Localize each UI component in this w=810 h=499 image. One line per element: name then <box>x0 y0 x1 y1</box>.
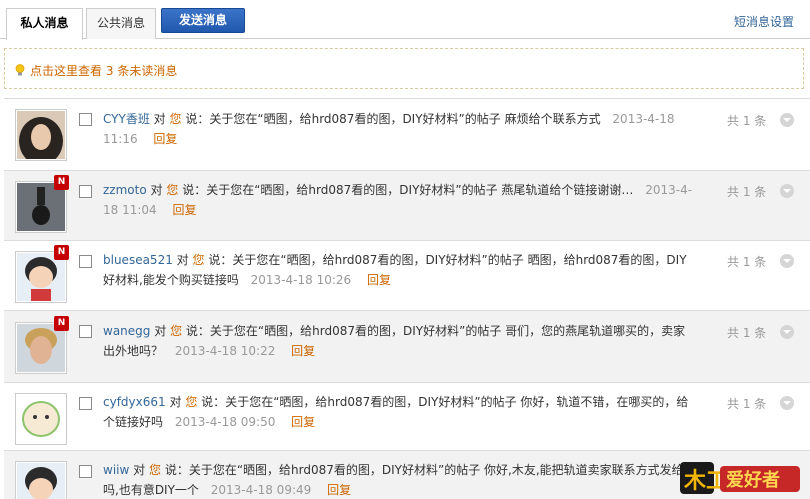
reply-link[interactable]: 回复 <box>367 273 391 287</box>
message-settings-link[interactable]: 短消息设置 <box>734 13 794 30</box>
message-text: wanegg 对 您 说：关于您在“晒图，给hrd087看的图，DIY好材料”的… <box>103 324 686 358</box>
reply-link[interactable]: 回复 <box>327 483 351 497</box>
list-item: cyfdyx661 对 您 说：关于您在“晒图，给hrd087看的图，DIY好材… <box>4 382 810 450</box>
tab-bar: 私人消息 公共消息 发送消息 短消息设置 <box>0 0 810 40</box>
list-item: CYY香班 对 您 说：关于您在“晒图，给hrd087看的图，DIY好材料”的帖… <box>4 98 810 170</box>
avatar-image <box>17 395 65 443</box>
message-checkbox[interactable] <box>79 185 92 198</box>
unread-count: 3 <box>105 64 114 78</box>
message-text: bluesea521 对 您 说：关于您在“晒图，给hrd087看的图，DIY好… <box>103 253 687 287</box>
avatar-image <box>17 253 65 301</box>
lightbulb-icon <box>15 64 25 76</box>
reply-link[interactable]: 回复 <box>291 344 315 358</box>
new-badge: N <box>54 316 69 331</box>
message-time: 2013-4-18 10:26 <box>250 273 352 287</box>
message-count: 共 1 条 <box>727 185 767 199</box>
message-checkbox[interactable] <box>79 255 92 268</box>
reply-link[interactable]: 回复 <box>173 203 197 217</box>
list-item: N zzmoto 对 您 说：关于您在“晒图，给hrd087看的图，DIY好材料… <box>4 170 810 240</box>
message-time: 2013-4-18 10:22 <box>174 344 276 358</box>
avatar-image <box>17 463 65 499</box>
expand-arrow-icon[interactable] <box>780 325 794 339</box>
new-badge: N <box>54 175 69 190</box>
expand-arrow-icon[interactable] <box>780 396 794 410</box>
expand-arrow-icon[interactable] <box>780 113 794 127</box>
message-text: zzmoto 对 您 说：关于您在“晒图，给hrd087看的图，DIY好材料”的… <box>103 183 693 217</box>
sender-link[interactable]: cyfdyx661 <box>103 395 166 409</box>
avatar[interactable] <box>15 393 67 445</box>
new-badge: N <box>54 245 69 260</box>
message-checkbox[interactable] <box>79 465 92 478</box>
send-message-button[interactable]: 发送消息 <box>161 8 245 33</box>
list-item: N wanegg 对 您 说：关于您在“晒图，给hrd087看的图，DIY好材料… <box>4 310 810 382</box>
avatar-image <box>17 111 65 165</box>
message-time: 2013-4-18 09:49 <box>210 483 312 497</box>
message-count: 共 1 条 <box>727 114 767 128</box>
message-text: CYY香班 对 您 说：关于您在“晒图，给hrd087看的图，DIY好材料”的帖… <box>103 112 675 146</box>
tab-private-messages[interactable]: 私人消息 <box>6 8 83 40</box>
message-count: 共 1 条 <box>727 326 767 340</box>
message-text: cyfdyx661 对 您 说：关于您在“晒图，给hrd087看的图，DIY好材… <box>103 395 689 429</box>
sender-link[interactable]: wiiw <box>103 463 129 477</box>
message-checkbox[interactable] <box>79 397 92 410</box>
expand-arrow-icon[interactable] <box>780 254 794 268</box>
list-item: N bluesea521 对 您 说：关于您在“晒图，给hrd087看的图，DI… <box>4 240 810 310</box>
sender-link[interactable]: wanegg <box>103 324 150 338</box>
tab-public-messages[interactable]: 公共消息 <box>86 8 156 39</box>
message-count: 共 1 条 <box>727 255 767 269</box>
sender-link[interactable]: bluesea521 <box>103 253 173 267</box>
avatar-image <box>17 183 65 231</box>
svg-text:爱好者: 爱好者 <box>726 469 780 491</box>
reply-link[interactable]: 回复 <box>153 132 177 146</box>
message-text: wiiw 对 您 说：关于您在“晒图，给hrd087看的图，DIY好材料”的帖子… <box>103 463 684 497</box>
sender-link[interactable]: zzmoto <box>103 183 147 197</box>
site-logo: 木工 爱好者 <box>680 462 800 494</box>
message-checkbox[interactable] <box>79 325 92 338</box>
message-time: 2013-4-18 09:50 <box>174 415 276 429</box>
avatar[interactable] <box>15 109 67 165</box>
avatar[interactable] <box>15 461 67 499</box>
reply-link[interactable]: 回复 <box>291 415 315 429</box>
expand-arrow-icon[interactable] <box>780 184 794 198</box>
avatar-image <box>17 324 65 372</box>
unread-notice[interactable]: 点击这里查看 3 条未读消息 <box>4 48 804 89</box>
unread-notice-text[interactable]: 点击这里查看 3 条未读消息 <box>30 62 177 79</box>
sender-link[interactable]: CYY香班 <box>103 112 150 126</box>
message-checkbox[interactable] <box>79 113 92 126</box>
message-count: 共 1 条 <box>727 397 767 411</box>
